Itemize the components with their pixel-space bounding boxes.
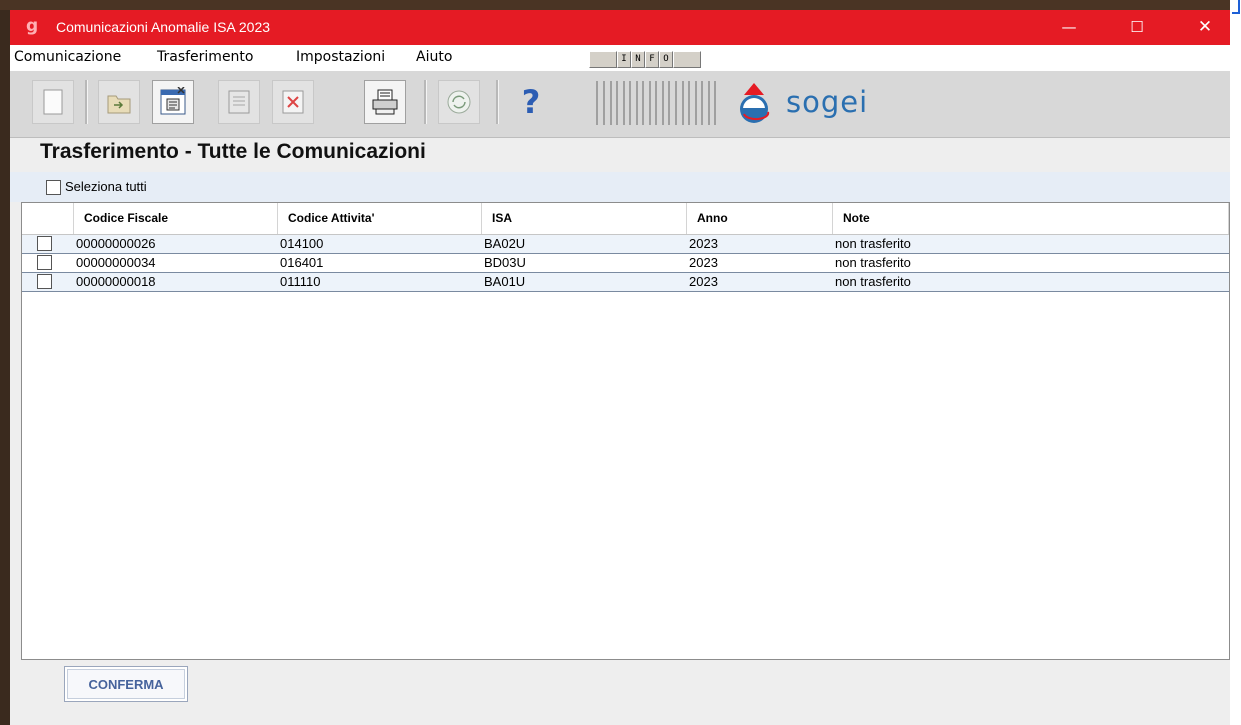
window-title: Comunicazioni Anomalie ISA 2023 xyxy=(56,19,271,35)
save-button[interactable] xyxy=(218,80,260,124)
help-icon: ? xyxy=(521,83,541,121)
menu-aiuto[interactable]: Aiuto xyxy=(416,49,452,65)
toolbar-separator xyxy=(85,80,88,124)
select-all-row: Seleziona tutti xyxy=(10,172,1230,202)
toolbar-separator xyxy=(424,80,427,124)
maximize-button[interactable]: ☐ xyxy=(1114,10,1160,45)
cell-note: non trasferito xyxy=(835,255,911,270)
cell-note: non trasferito xyxy=(835,236,911,251)
info-segment-f: F xyxy=(645,51,659,68)
cell-anno: 2023 xyxy=(689,274,718,289)
cell-note: non trasferito xyxy=(835,274,911,289)
form-button[interactable] xyxy=(152,80,194,124)
select-all-checkbox[interactable] xyxy=(46,180,61,195)
column-header-codice-attivita[interactable]: Codice Attivita' xyxy=(278,203,482,234)
table-header: Codice Fiscale Codice Attivita' ISA Anno… xyxy=(22,203,1229,235)
row-checkbox[interactable] xyxy=(37,236,52,251)
import-button[interactable] xyxy=(98,80,140,124)
table-row[interactable]: 00000000026 014100 BA02U 2023 non trasfe… xyxy=(22,235,1229,254)
barcode-decoration xyxy=(596,81,718,125)
import-icon xyxy=(107,95,131,114)
desktop-background xyxy=(0,0,1241,10)
toolbar: ? sogei xyxy=(10,71,1230,138)
minimize-button[interactable]: — xyxy=(1046,10,1092,45)
cell-isa: BA01U xyxy=(484,274,526,289)
help-button[interactable]: ? xyxy=(510,80,552,124)
table-row[interactable]: 00000000034 016401 BD03U 2023 non trasfe… xyxy=(22,254,1229,273)
cell-codice-attivita: 016401 xyxy=(280,255,324,270)
print-button[interactable] xyxy=(364,80,406,124)
column-header-anno[interactable]: Anno xyxy=(687,203,833,234)
info-segment-i: I xyxy=(617,51,631,68)
confirm-button[interactable]: CONFERMA xyxy=(64,666,188,702)
cell-isa: BA02U xyxy=(484,236,526,251)
form-icon xyxy=(160,87,186,115)
page-title: Trasferimento - Tutte le Comunicazioni xyxy=(40,140,426,163)
save-icon xyxy=(228,90,250,114)
row-checkbox[interactable] xyxy=(37,255,52,270)
sogei-logo-icon xyxy=(740,83,770,123)
select-all-label: Seleziona tutti xyxy=(65,179,147,194)
print-icon xyxy=(372,89,398,115)
delete-icon xyxy=(282,90,304,114)
communications-table: Codice Fiscale Codice Attivita' ISA Anno… xyxy=(21,202,1230,660)
adjacent-window-edge xyxy=(1230,0,1241,725)
logo-text: sogei xyxy=(786,85,869,119)
menu-trasferimento[interactable]: Trasferimento xyxy=(157,49,254,65)
info-segment-o: O xyxy=(659,51,673,68)
app-window: g Comunicazioni Anomalie ISA 2023 — ☐ ✕ … xyxy=(10,10,1230,725)
cell-codice-fiscale: 00000000026 xyxy=(76,236,156,251)
menu-bar: Comunicazione Trasferimento Impostazioni… xyxy=(10,45,1230,71)
cell-anno: 2023 xyxy=(689,236,718,251)
transfer-icon xyxy=(447,90,471,114)
toolbar-separator xyxy=(496,80,499,124)
cell-isa: BD03U xyxy=(484,255,526,270)
column-header-isa[interactable]: ISA xyxy=(482,203,687,234)
table-row[interactable]: 00000000018 011110 BA01U 2023 non trasfe… xyxy=(22,273,1229,292)
cell-codice-attivita: 014100 xyxy=(280,236,324,251)
info-segment-blank-left xyxy=(589,51,617,68)
menu-impostazioni[interactable]: Impostazioni xyxy=(296,49,385,65)
transfer-button[interactable] xyxy=(438,80,480,124)
cell-codice-attivita: 011110 xyxy=(280,274,321,289)
app-logo-icon: g xyxy=(26,16,39,36)
sogei-logo: sogei xyxy=(730,81,910,127)
title-bar[interactable]: g Comunicazioni Anomalie ISA 2023 — ☐ ✕ xyxy=(10,10,1230,45)
new-icon xyxy=(43,89,63,115)
close-button[interactable]: ✕ xyxy=(1182,10,1228,45)
cell-codice-fiscale: 00000000018 xyxy=(76,274,156,289)
column-header-note[interactable]: Note xyxy=(833,203,1229,234)
delete-button[interactable] xyxy=(272,80,314,124)
info-segment-blank-right xyxy=(673,51,701,68)
cell-codice-fiscale: 00000000034 xyxy=(76,255,156,270)
new-button[interactable] xyxy=(32,80,74,124)
column-header-select xyxy=(22,203,74,234)
column-header-codice-fiscale[interactable]: Codice Fiscale xyxy=(74,203,278,234)
menu-comunicazione[interactable]: Comunicazione xyxy=(14,49,121,65)
cell-anno: 2023 xyxy=(689,255,718,270)
row-checkbox[interactable] xyxy=(37,274,52,289)
info-segment-n: N xyxy=(631,51,645,68)
